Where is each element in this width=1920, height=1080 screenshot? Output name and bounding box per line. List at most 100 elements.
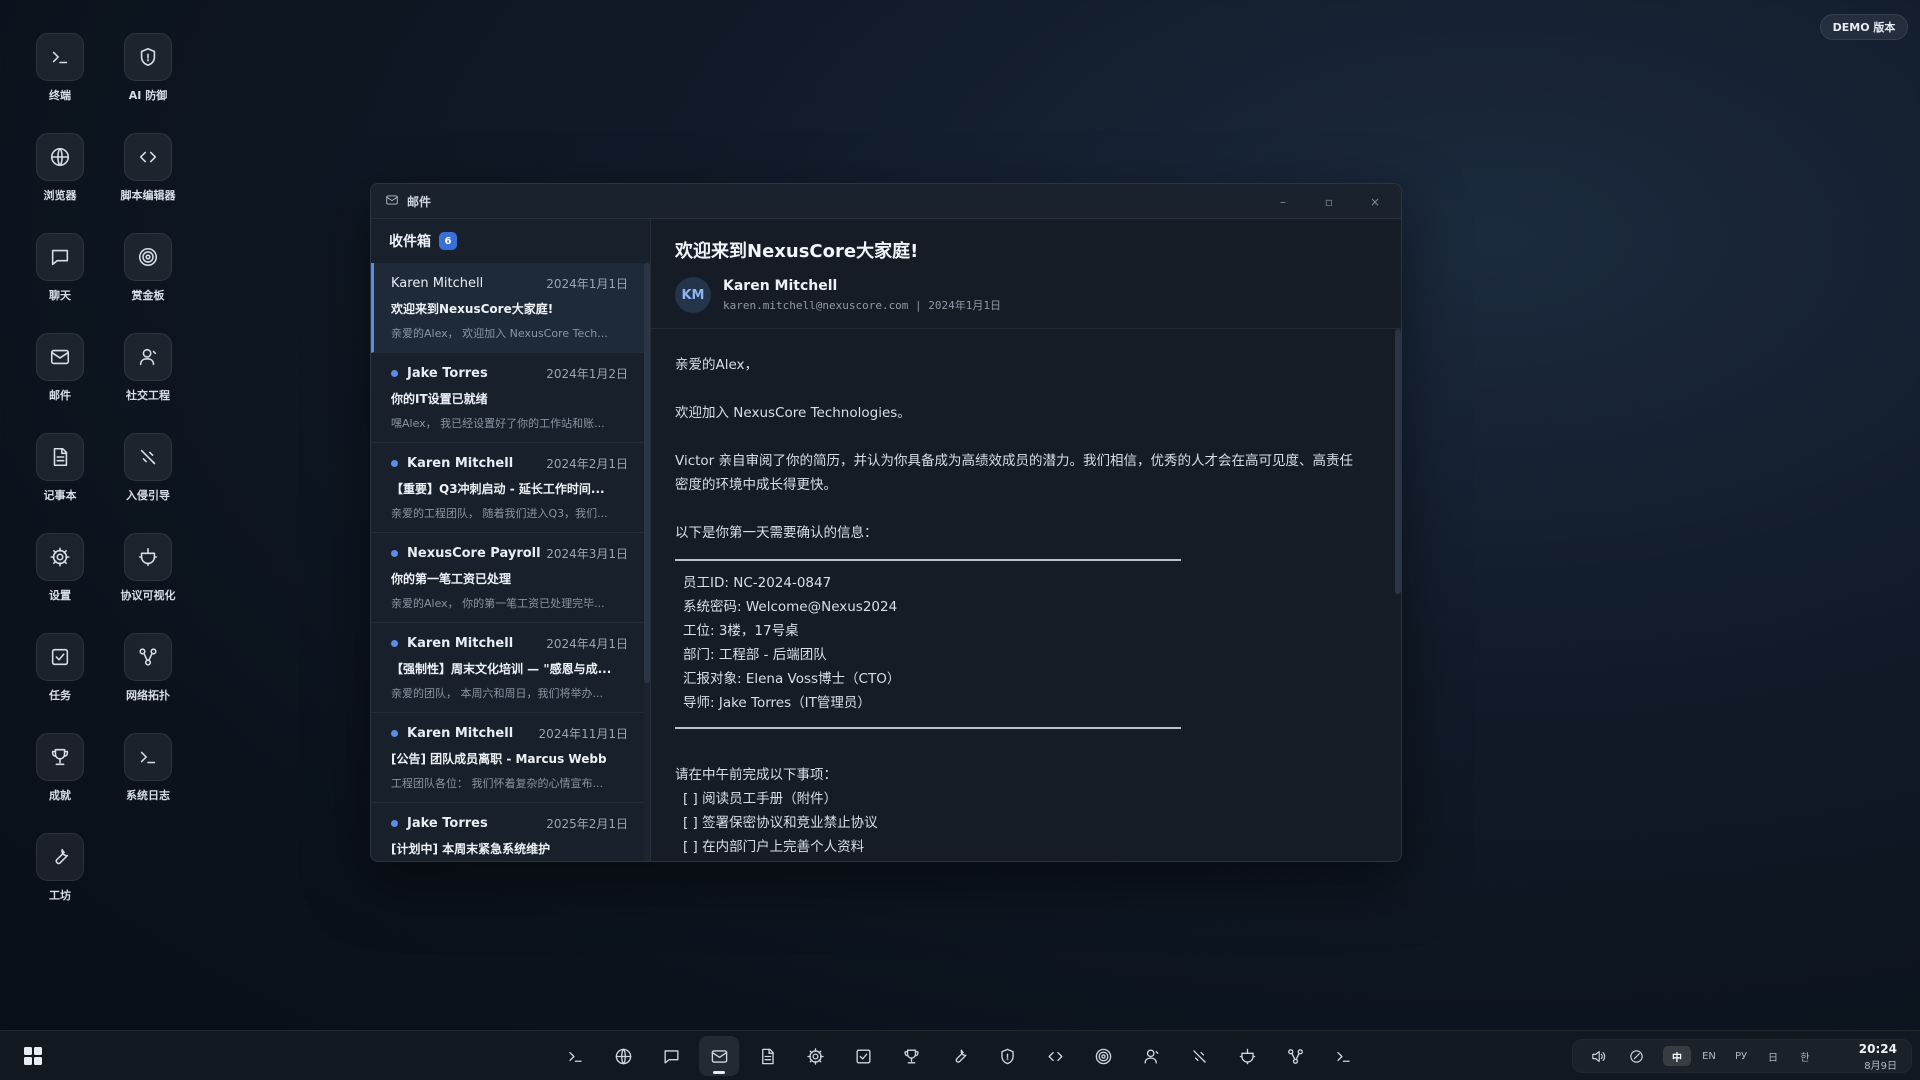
desktop-icon[interactable]: 赏金板	[98, 233, 198, 303]
chat-icon[interactable]	[651, 1036, 691, 1076]
email-list-item[interactable]: Karen Mitchell 2024年2月1日 【重要】Q3冲刺启动 - 延长工作…	[371, 443, 644, 533]
clock[interactable]: 20:24 8月9日	[1859, 1042, 1897, 1072]
email-list-item[interactable]: Karen Mitchell 2024年11月1日 [公告] 团队成员离职 - Ma…	[371, 713, 644, 803]
desktop-icon-label: AI 防御	[128, 89, 168, 102]
email-list-item[interactable]: Jake Torres 2025年2月1日 [计划中] 本周末紧急系统维护	[371, 803, 644, 861]
trophy-icon	[36, 733, 84, 781]
network-icon[interactable]	[1275, 1036, 1315, 1076]
desktop-icon-label: 协议可视化	[120, 589, 176, 602]
window-titlebar[interactable]: 邮件 – ▫ ×	[371, 184, 1401, 219]
unread-dot	[391, 730, 398, 737]
sender-name: Karen Mitchell	[723, 277, 838, 294]
email-sender-name: Jake Torres	[407, 366, 488, 381]
unread-dot	[391, 460, 398, 467]
desktop-icon-label: 设置	[49, 589, 71, 602]
desktop-icon[interactable]: 设置	[10, 533, 110, 603]
reading-pane: 欢迎来到NexusCore大家庭! KM Karen Mitchell kare…	[651, 219, 1401, 861]
desktop-icon[interactable]: 记事本	[10, 433, 110, 503]
chat-icon	[36, 233, 84, 281]
window-title: 邮件	[407, 194, 432, 209]
email-date: 2024年11月1日	[538, 727, 628, 741]
email-sender: Jake Torres	[391, 366, 488, 381]
desktop-icon[interactable]: 网络拓扑	[98, 633, 198, 703]
desktop-icon-label: 社交工程	[126, 389, 170, 402]
reading-pane-scrollbar[interactable]	[1395, 329, 1401, 594]
email-sender-name: Jake Torres	[407, 816, 488, 831]
system-tray: 中 EN РУ 日 한 20:24 8月9日	[1572, 1039, 1912, 1073]
plug-icon[interactable]	[1227, 1036, 1267, 1076]
email-sender-name: Karen Mitchell	[407, 636, 514, 651]
email-date: 2024年4月1日	[546, 637, 628, 651]
code-icon[interactable]	[1035, 1036, 1075, 1076]
globe-icon[interactable]	[603, 1036, 643, 1076]
shield-icon	[124, 33, 172, 81]
email-list-item[interactable]: Karen Mitchell 2024年1月1日 欢迎来到NexusCore大家庭!…	[371, 263, 644, 353]
desktop-icon[interactable]: 浏览器	[10, 133, 110, 203]
volume-icon[interactable]	[1583, 1048, 1613, 1065]
desktop-icon[interactable]: 工坊	[10, 833, 110, 903]
email-sender: Karen Mitchell	[391, 276, 483, 291]
terminal-icon	[36, 33, 84, 81]
email-list-item[interactable]: Karen Mitchell 2024年4月1日 【强制性】周末文化培训 — "感恩…	[371, 623, 644, 713]
language-option[interactable]: 한	[1791, 1046, 1819, 1066]
checkbox-icon[interactable]	[843, 1036, 883, 1076]
desktop-icon-label: 邮件	[49, 389, 71, 402]
desktop-icon[interactable]: 终端	[10, 33, 110, 103]
email-sender: Karen Mitchell	[391, 726, 513, 741]
desktop-icon[interactable]: 社交工程	[98, 333, 198, 403]
desktop-icon[interactable]: 聊天	[10, 233, 110, 303]
wrench-icon[interactable]	[939, 1036, 979, 1076]
desktop-icon[interactable]: 协议可视化	[98, 533, 198, 603]
target-icon[interactable]	[1083, 1036, 1123, 1076]
email-list-item[interactable]: Jake Torres 2024年1月2日 你的IT设置已就绪 嘿Alex， 我已经设…	[371, 353, 644, 443]
desktop-icon[interactable]: AI 防御	[98, 33, 198, 103]
desktop-icon[interactable]: 成就	[10, 733, 110, 803]
email-subject-line: 你的IT设置已就绪	[391, 392, 488, 406]
desktop-icon[interactable]: 脚本编辑器	[98, 133, 198, 203]
email-date: 2025年2月1日	[546, 817, 628, 831]
clock-date: 8月9日	[1864, 1061, 1897, 1072]
notepad-icon[interactable]	[747, 1036, 787, 1076]
desktop-icon[interactable]: 入侵引导	[98, 433, 198, 503]
email-preview: 亲爱的团队， 本周六和周日，我们将举办...	[391, 687, 603, 700]
language-option[interactable]: 日	[1759, 1046, 1787, 1066]
desktop-icon-label: 工坊	[49, 889, 71, 902]
email-paragraph: 以下是你第一天需要确认的信息：	[675, 525, 878, 541]
shield-icon[interactable]	[987, 1036, 1027, 1076]
notepad-icon	[36, 433, 84, 481]
minimize-button[interactable]: –	[1275, 195, 1291, 209]
language-option[interactable]: EN	[1695, 1046, 1723, 1066]
desktop-icon-label: 聊天	[49, 289, 71, 302]
avatar: KM	[675, 277, 711, 313]
language-option[interactable]: РУ	[1727, 1046, 1755, 1066]
mail-icon[interactable]	[699, 1036, 739, 1076]
email-subject: 欢迎来到NexusCore大家庭!	[675, 241, 919, 262]
email-paragraph: 欢迎加入 NexusCore Technologies。	[675, 405, 911, 421]
sender-meta: karen.mitchell@nexuscore.com | 2024年1月1日	[723, 298, 1002, 312]
desktop-icon-label: 网络拓扑	[126, 689, 170, 702]
taskbar: 中 EN РУ 日 한 20:24 8月9日	[0, 1030, 1920, 1080]
network-status-icon[interactable]	[1621, 1048, 1651, 1065]
email-preview: 嘿Alex， 我已经设置好了你的工作站和账...	[391, 417, 605, 430]
info-line: 工位: 3楼，17号桌	[683, 623, 799, 639]
scrollbar-thumb[interactable]	[644, 263, 650, 683]
maximize-button[interactable]: ▫	[1321, 195, 1337, 209]
email-list-item[interactable]: NexusCore Payroll 2024年3月1日 你的第一笔工资已处理 亲爱的A…	[371, 533, 644, 623]
todo-list: [ ] 阅读员工手册（附件） [ ] 签署保密协议和竞业禁止协议 [ ] 在内部门户…	[675, 787, 1367, 861]
close-button[interactable]: ×	[1367, 195, 1383, 209]
desktop-icon[interactable]: 系统日志	[98, 733, 198, 803]
language-option[interactable]: 中	[1663, 1046, 1691, 1066]
terminal-icon[interactable]	[1323, 1036, 1363, 1076]
desktop-icon[interactable]: 任务	[10, 633, 110, 703]
user-icon[interactable]	[1131, 1036, 1171, 1076]
terminal-icon[interactable]	[555, 1036, 595, 1076]
desktop-icon[interactable]: 邮件	[10, 333, 110, 403]
email-preview: 亲爱的Alex， 欢迎加入 NexusCore Tech...	[391, 327, 608, 340]
desktop-icon-label: 任务	[49, 689, 71, 702]
trophy-icon[interactable]	[891, 1036, 931, 1076]
start-button[interactable]	[24, 1047, 42, 1065]
desktop-icon-label: 成就	[49, 789, 71, 802]
syringe-icon[interactable]	[1179, 1036, 1219, 1076]
email-list-scrollbar[interactable]	[644, 263, 650, 861]
gear-icon[interactable]	[795, 1036, 835, 1076]
